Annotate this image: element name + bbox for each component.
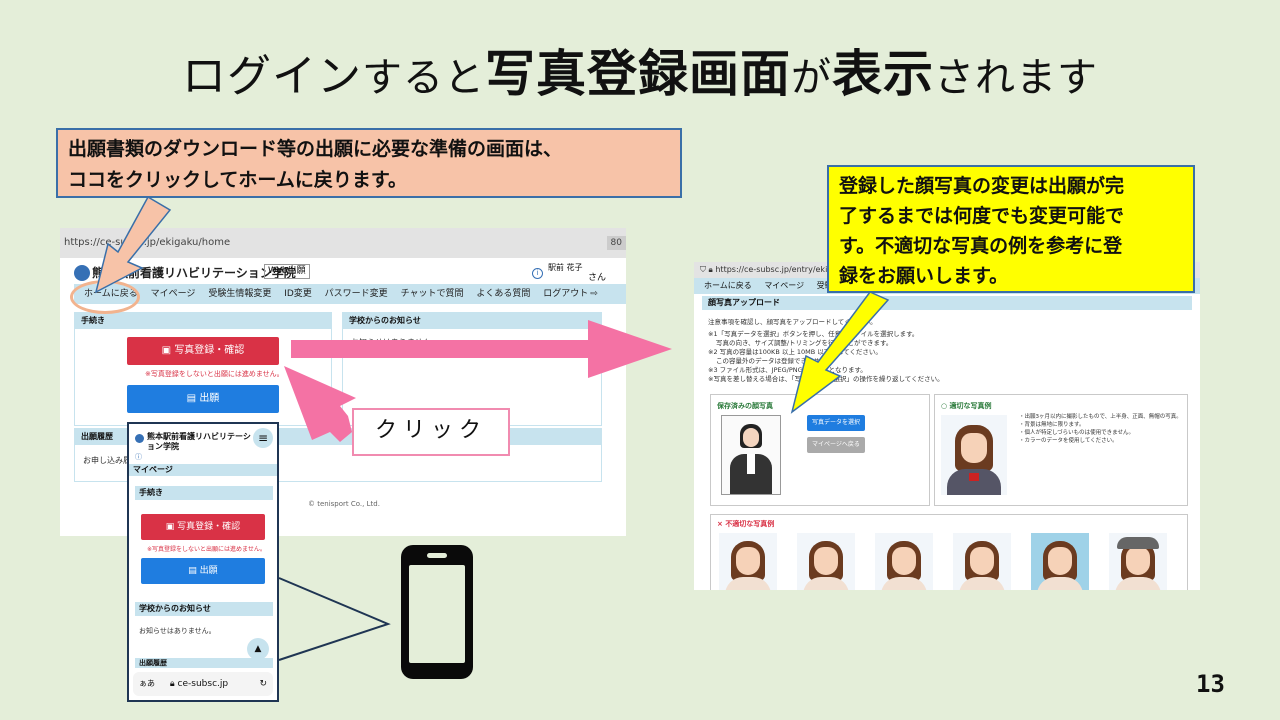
- annotation-arrows: [94, 195, 890, 661]
- home-arrow: [94, 195, 172, 294]
- pink-click-arrow: [284, 366, 356, 442]
- pink-right-arrow: [291, 320, 672, 378]
- mobile-connector: [278, 577, 391, 661]
- yellow-arrow: [790, 291, 890, 414]
- page-number: 13: [1196, 670, 1225, 698]
